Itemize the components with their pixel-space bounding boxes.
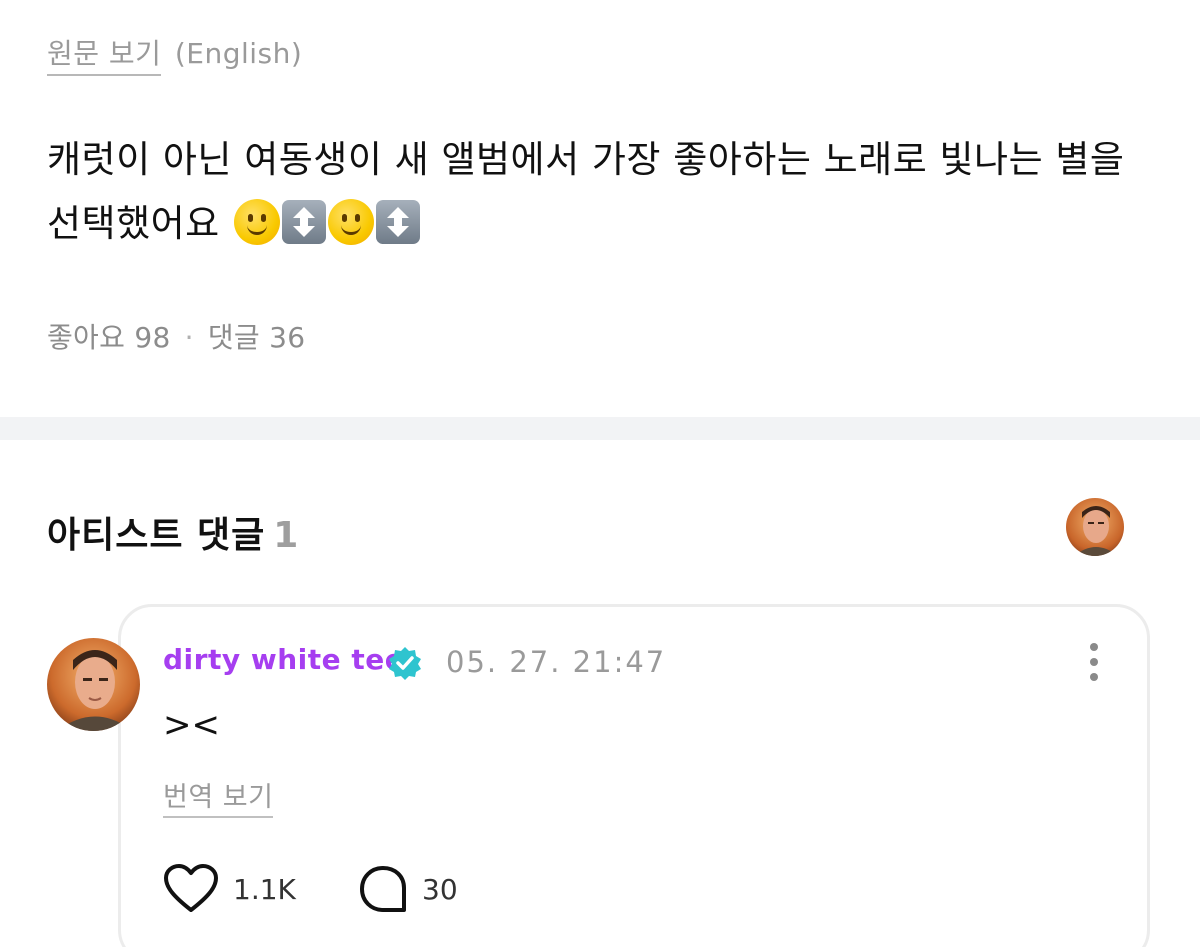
comment-author-avatar[interactable]	[47, 638, 140, 731]
reply-button[interactable]: 30	[358, 864, 458, 914]
stats-separator: ·	[184, 321, 194, 354]
post-emojis	[233, 199, 420, 245]
view-original-toggle[interactable]: 원문 보기 (English)	[47, 32, 302, 76]
section-divider	[0, 417, 1200, 440]
slightly-smiling-face-icon	[233, 199, 280, 245]
comment-bubble-icon	[360, 866, 406, 912]
slightly-smiling-face-icon	[327, 199, 374, 245]
comment-timestamp: 05. 27. 21:47	[446, 645, 667, 679]
post-text: 캐럿이 아닌 여동생이 새 앨범에서 가장 좋아하는 노래로 빛나는 별을 선택…	[47, 138, 1125, 245]
reply-count: 30	[422, 872, 458, 906]
artist-comments-title: 아티스트 댓글 1	[47, 506, 299, 558]
original-language-label: (English)	[174, 37, 303, 70]
comment-text: ><	[163, 705, 220, 745]
post-detail-page: 원문 보기 (English) 캐럿이 아닌 여동생이 새 앨범에서 가장 좋아…	[0, 0, 1200, 947]
verified-badge-icon	[387, 645, 423, 681]
post-like-count[interactable]: 좋아요 98	[47, 321, 171, 354]
up-down-arrow-icon	[281, 200, 326, 244]
artist-avatar-filter[interactable]	[1066, 498, 1124, 556]
post-stats: 좋아요 98 · 댓글 36	[47, 316, 305, 356]
view-original-label[interactable]: 원문 보기	[47, 32, 162, 76]
post-body: 캐럿이 아닌 여동생이 새 앨범에서 가장 좋아하는 노래로 빛나는 별을 선택…	[47, 128, 1147, 256]
more-options-icon[interactable]	[1078, 642, 1110, 682]
up-down-arrow-icon	[375, 200, 420, 244]
like-button[interactable]: 1.1K	[163, 864, 296, 914]
post-comment-count[interactable]: 댓글 36	[208, 321, 306, 354]
artist-comments-label: 아티스트 댓글	[47, 515, 266, 556]
comment-author-name[interactable]: dirty white tee	[163, 643, 404, 676]
like-count: 1.1K	[233, 872, 296, 906]
view-translation-link[interactable]: 번역 보기	[163, 775, 274, 818]
heart-icon	[164, 864, 218, 912]
artist-comments-count: 1	[273, 515, 300, 556]
